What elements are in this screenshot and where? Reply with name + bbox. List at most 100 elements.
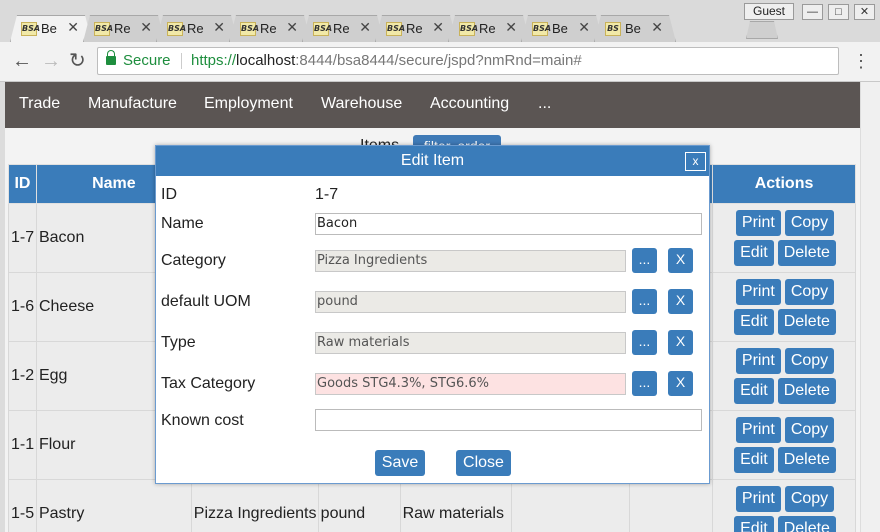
category-field[interactable]: Pizza Ingredients [315,250,626,272]
edit-button[interactable]: Edit [734,309,774,335]
name-input[interactable]: Bacon [315,213,702,235]
category-pick-button[interactable]: ... [632,248,657,273]
browser-tab[interactable]: BSA Re ✕ [83,15,165,42]
uom-label: default UOM [161,293,251,310]
tab-close-icon[interactable]: ✕ [140,19,152,36]
delete-button[interactable]: Delete [777,447,836,473]
tab-close-icon[interactable]: ✕ [432,19,444,36]
uom-clear-button[interactable]: X [668,289,693,314]
delete-button[interactable]: Delete [777,516,836,532]
page-scrollbar[interactable] [860,82,880,532]
secure-label: Secure [123,52,171,69]
table-row[interactable]: 1-5 Pastry Pizza Ingredients pound Raw mater… [8,479,856,532]
copy-button[interactable]: Copy [784,486,835,512]
tax-category-clear-button[interactable]: X [668,371,693,396]
maximize-icon[interactable]: □ [828,4,849,20]
edit-button[interactable]: Edit [734,516,774,532]
print-button[interactable]: Print [735,210,781,236]
tab-close-icon[interactable]: ✕ [67,19,79,36]
browser-titlebar: BSA Be ✕ BSA Re ✕ BSA Re ✕ BSA Re ✕ BSA Re ✕ BSA Re ✕ BSA R… [0,0,880,42]
copy-button[interactable]: Copy [784,279,835,305]
print-button[interactable]: Print [735,486,781,512]
delete-button[interactable]: Delete [777,309,836,335]
url-text: https://localhost:8444/bsa8444/secure/js… [191,48,582,74]
close-window-icon[interactable]: ✕ [854,4,875,20]
id-value: 1-7 [315,186,339,203]
tax-category-label: Tax Category [161,375,256,392]
browser-tab[interactable]: BSA Re ✕ [302,15,384,42]
favicon-icon: BSA [532,22,548,36]
url-path: :8444/bsa8444/secure/jspd?nmRnd=main# [295,52,582,69]
nav-more[interactable]: ... [538,95,551,113]
nav-manufacture[interactable]: Manufacture [88,95,177,113]
browser-tab[interactable]: BSA Re ✕ [156,15,238,42]
type-pick-button[interactable]: ... [632,330,657,355]
nav-accounting[interactable]: Accounting [430,95,509,113]
cell-actions: Print Copy Edit Delete [712,272,856,342]
url-scheme: https:// [191,52,237,69]
tab-close-icon[interactable]: ✕ [505,19,517,36]
profile-button[interactable]: Guest [744,3,794,20]
minimize-icon[interactable]: — [802,4,823,20]
copy-button[interactable]: Copy [784,210,835,236]
tax-category-field[interactable]: Goods STG4.3%, STG6.6% [315,373,626,395]
back-icon[interactable]: ← [12,51,32,71]
tab-close-icon[interactable]: ✕ [213,19,225,36]
tab-title: Be [625,21,641,36]
column-header-id[interactable]: ID [8,164,37,204]
omnibox-divider [181,53,182,69]
tab-title: Re [260,21,277,36]
category-clear-button[interactable]: X [668,248,693,273]
save-button[interactable]: Save [375,450,425,476]
print-button[interactable]: Print [735,279,781,305]
nav-warehouse[interactable]: Warehouse [321,95,402,113]
nav-employment[interactable]: Employment [204,95,293,113]
close-button[interactable]: Close [456,450,511,476]
delete-button[interactable]: Delete [777,378,836,404]
type-label: Type [161,334,196,351]
browser-tab[interactable]: BS Be ✕ [594,15,676,42]
edit-button[interactable]: Edit [734,447,774,473]
browser-tab[interactable]: BSA Re ✕ [229,15,311,42]
address-bar: ← → ↻ Secure https://localhost:8444/bsa8… [0,42,880,82]
favicon-icon: BSA [386,22,402,36]
reload-icon[interactable]: ↻ [69,51,86,71]
favicon-icon: BSA [94,22,110,36]
uom-pick-button[interactable]: ... [632,289,657,314]
known-cost-input[interactable] [315,409,702,431]
type-clear-button[interactable]: X [668,330,693,355]
category-label: Category [161,252,226,269]
type-field[interactable]: Raw materials [315,332,626,354]
tax-category-pick-button[interactable]: ... [632,371,657,396]
name-label: Name [161,215,204,232]
browser-tab[interactable]: BSA Be ✕ [10,15,92,42]
tab-title: Re [479,21,496,36]
cell-id: 1-7 [8,203,37,273]
url-input[interactable]: Secure https://localhost:8444/bsa8444/se… [97,47,839,75]
copy-button[interactable]: Copy [784,417,835,443]
browser-tab[interactable]: BSA Re ✕ [375,15,457,42]
tab-close-icon[interactable]: ✕ [359,19,371,36]
cell-id: 1-6 [8,272,37,342]
nav-trade[interactable]: Trade [19,95,60,113]
print-button[interactable]: Print [735,417,781,443]
favicon-icon: BSA [459,22,475,36]
browser-tab[interactable]: BSA Re ✕ [448,15,530,42]
tab-close-icon[interactable]: ✕ [651,19,663,36]
dialog-close-icon[interactable]: x [685,152,706,171]
tab-close-icon[interactable]: ✕ [286,19,298,36]
new-tab-button[interactable] [746,21,778,39]
edit-button[interactable]: Edit [734,240,774,266]
cell-actions: Print Copy Edit Delete [712,341,856,411]
favicon-icon: BSA [313,22,329,36]
copy-button[interactable]: Copy [784,348,835,374]
tab-close-icon[interactable]: ✕ [578,19,590,36]
cell-type: Raw materials [399,479,512,532]
delete-button[interactable]: Delete [777,240,836,266]
edit-button[interactable]: Edit [734,378,774,404]
uom-field[interactable]: pound [315,291,626,313]
browser-menu-icon[interactable]: ⋮ [852,51,870,71]
browser-tab[interactable]: BSA Be ✕ [521,15,603,42]
print-button[interactable]: Print [735,348,781,374]
forward-icon[interactable]: → [41,51,61,71]
